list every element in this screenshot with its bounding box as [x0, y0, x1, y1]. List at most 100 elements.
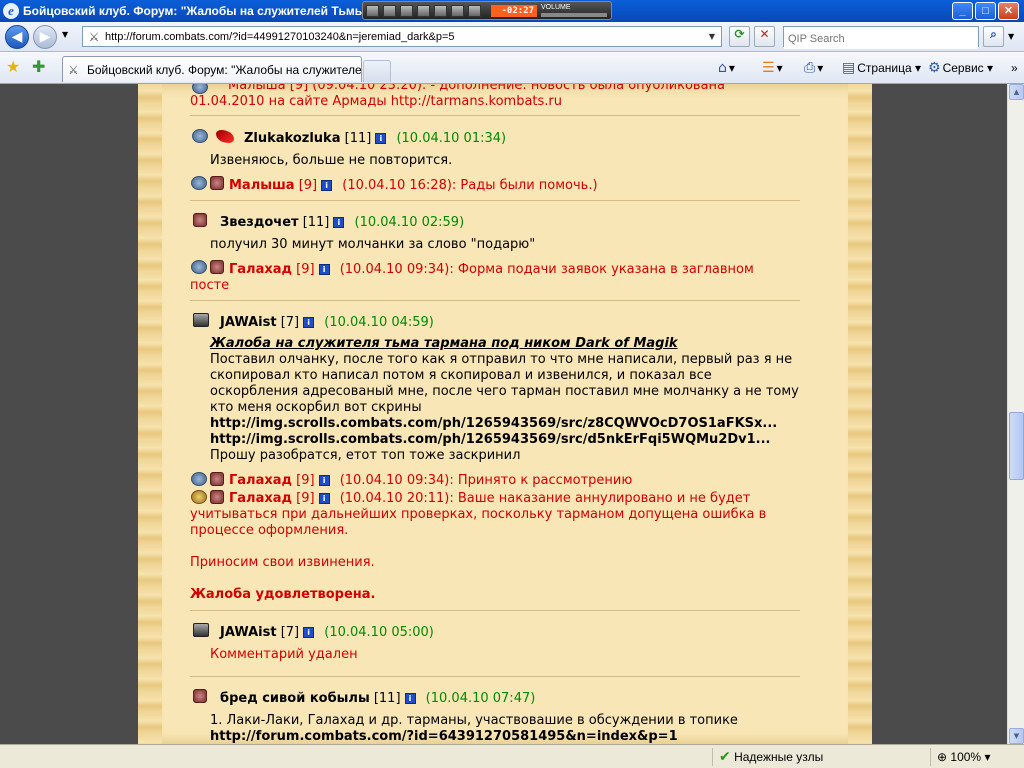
moderator-badge-icon — [191, 176, 207, 190]
player-volume-slider[interactable] — [541, 13, 607, 17]
post-subject: Жалоба на служителя тьма тармана под ник… — [210, 336, 678, 351]
info-icon[interactable]: i — [375, 133, 387, 144]
feeds-button[interactable]: ☰ ▾ — [762, 58, 783, 78]
player-stop-button[interactable] — [417, 5, 430, 17]
zoom-control[interactable]: ⊕ 100% ▾ — [930, 748, 1024, 766]
search-icon[interactable]: ⌕ — [983, 26, 1004, 47]
tab-bar: ★ ✚ ⚔ Бойцовский клуб. Форум: "Жалобы на… — [0, 52, 1024, 84]
post-separator — [190, 676, 800, 677]
post-link[interactable]: http://img.scrolls.combats.com/ph/126594… — [210, 416, 777, 431]
favorites-star-icon[interactable]: ★ — [6, 57, 20, 76]
home-button[interactable]: ⌂ ▾ — [718, 58, 735, 78]
post-link[interactable]: http://forum.combats.com/?id=64391270581… — [210, 729, 678, 744]
moderator-badge-icon — [191, 472, 207, 486]
ie-logo-icon: e — [3, 3, 19, 19]
info-icon[interactable]: i — [333, 217, 345, 228]
info-icon[interactable]: i — [321, 180, 333, 191]
author-nick[interactable]: Звездочет — [220, 215, 299, 230]
mod-nick[interactable]: Галахад — [229, 262, 292, 277]
print-button[interactable]: ⎙ ▾ — [804, 58, 823, 78]
player-play-button[interactable] — [383, 5, 396, 17]
address-input[interactable] — [105, 28, 695, 45]
page-menu-label: Страница — [857, 61, 912, 75]
rss-icon: ☰ — [762, 60, 775, 76]
home-icon: ⌂ — [718, 60, 727, 76]
author-nick[interactable]: бред сивой кобылы — [220, 691, 370, 706]
gear-icon: ⚙ — [928, 60, 941, 76]
security-zone-label: Надежные узлы — [734, 750, 824, 764]
mod-nick[interactable]: Малыша — [229, 178, 295, 193]
search-input[interactable] — [784, 29, 978, 49]
tab-forum[interactable]: ⚔ Бойцовский клуб. Форум: "Жалобы на слу… — [62, 56, 362, 82]
minimize-button[interactable]: _ — [952, 2, 973, 20]
post-header: JAWAist [7] i (10.04.10 05:00) — [220, 625, 434, 640]
player-prev-button[interactable] — [366, 5, 379, 17]
page-icon: ▤ — [842, 60, 856, 76]
media-player: -02:27 VOLUME — [362, 1, 612, 20]
stop-button[interactable]: ✕ — [754, 26, 775, 47]
post-date: (10.04.10 01:34) — [396, 131, 507, 146]
history-dropdown-icon[interactable]: ▼ — [62, 30, 68, 39]
author-level: [11] — [373, 691, 401, 706]
page-menu[interactable]: ▤ Страница ▾ — [842, 58, 921, 78]
post-body-line: скопировал кто написал потом я скопирова… — [210, 368, 712, 383]
refresh-button[interactable]: ⟳ — [729, 26, 750, 47]
add-favorites-icon[interactable]: ✚ — [32, 57, 45, 76]
author-nick[interactable]: JAWAist — [220, 315, 277, 330]
scroll-up-button[interactable]: ▲ — [1009, 84, 1024, 100]
security-zone[interactable]: ✔ Надежные узлы — [712, 748, 912, 766]
post-link[interactable]: http://img.scrolls.combats.com/ph/126594… — [210, 432, 771, 447]
moderator-badge-icon — [191, 260, 207, 274]
navigation-bar: ◀ ▶ ▼ ⚔ ▼ ⟳ ✕ ⌕ ▼ — [0, 22, 1024, 52]
author-nick[interactable]: JAWAist — [220, 625, 277, 640]
mod-reply-text: (10.04.10 09:34): Принято к рассмотрению — [339, 473, 633, 488]
verdict-text: Жалоба удовлетворена. — [190, 587, 376, 602]
author-level: [7] — [280, 315, 300, 330]
new-tab-button[interactable] — [363, 60, 391, 82]
clan-badge-icon — [193, 213, 207, 227]
info-icon[interactable]: i — [318, 264, 330, 275]
post-date: (10.04.10 05:00) — [324, 625, 434, 640]
mod-reply-text: (10.04.10 09:34): Форма подачи заявок ук… — [339, 262, 754, 277]
player-pause-button[interactable] — [400, 5, 413, 17]
info-icon[interactable]: i — [404, 693, 416, 704]
forward-button[interactable]: ▶ — [33, 25, 57, 49]
status-bar: ✔ Надежные узлы ⊕ 100% ▾ — [0, 744, 1024, 768]
mod-reply-line: процессе оформления. — [190, 523, 349, 538]
address-dropdown-icon[interactable]: ▼ — [705, 29, 719, 44]
scroll-down-button[interactable]: ▼ — [1009, 728, 1024, 744]
back-button[interactable]: ◀ — [5, 25, 29, 49]
clan-badge-icon — [193, 313, 209, 327]
search-dropdown-icon[interactable]: ▼ — [1008, 32, 1014, 41]
info-icon[interactable]: i — [318, 475, 330, 486]
info-icon[interactable]: i — [303, 627, 315, 638]
info-icon[interactable]: i — [318, 493, 330, 504]
post-body-line: Прошу разобратся, етот топ тоже заскрини… — [210, 448, 521, 463]
player-shuffle-button[interactable] — [468, 5, 481, 17]
mod-reply-text: (10.04.10 16:28): Рады были помочь.) — [342, 178, 598, 193]
player-next-button[interactable] — [434, 5, 447, 17]
vertical-scrollbar[interactable]: ▲ ▼ — [1007, 84, 1024, 744]
toolbar-overflow-button[interactable]: » — [1011, 58, 1018, 78]
post-date: (10.04.10 04:59) — [324, 315, 434, 330]
scroll-thumb[interactable] — [1009, 412, 1024, 480]
post-body-line: получил 30 минут молчанки за слово "пода… — [210, 237, 536, 252]
mod-nick[interactable]: Галахад — [229, 473, 292, 488]
close-button[interactable]: ✕ — [998, 2, 1019, 20]
search-box[interactable] — [783, 26, 979, 49]
apology-text: Приносим свои извинения. — [190, 555, 375, 570]
maximize-button[interactable]: □ — [975, 2, 996, 20]
mod-level: [9] — [296, 491, 315, 506]
zoom-level: 100% — [950, 750, 982, 764]
address-bar[interactable]: ⚔ ▼ — [82, 26, 722, 47]
tools-menu[interactable]: ⚙ Сервис ▾ — [928, 58, 993, 78]
author-nick[interactable]: Zlukakozluka — [244, 131, 340, 146]
mod-reply: Галахад [9] i (10.04.10 09:34): Форма под… — [229, 262, 754, 277]
post-separator — [190, 610, 800, 611]
order-badge-icon — [210, 472, 224, 486]
player-eject-button[interactable] — [451, 5, 464, 17]
mod-nick[interactable]: Галахад — [229, 491, 292, 506]
author-level: [7] — [280, 625, 300, 640]
post-separator — [190, 115, 800, 116]
info-icon[interactable]: i — [303, 317, 315, 328]
